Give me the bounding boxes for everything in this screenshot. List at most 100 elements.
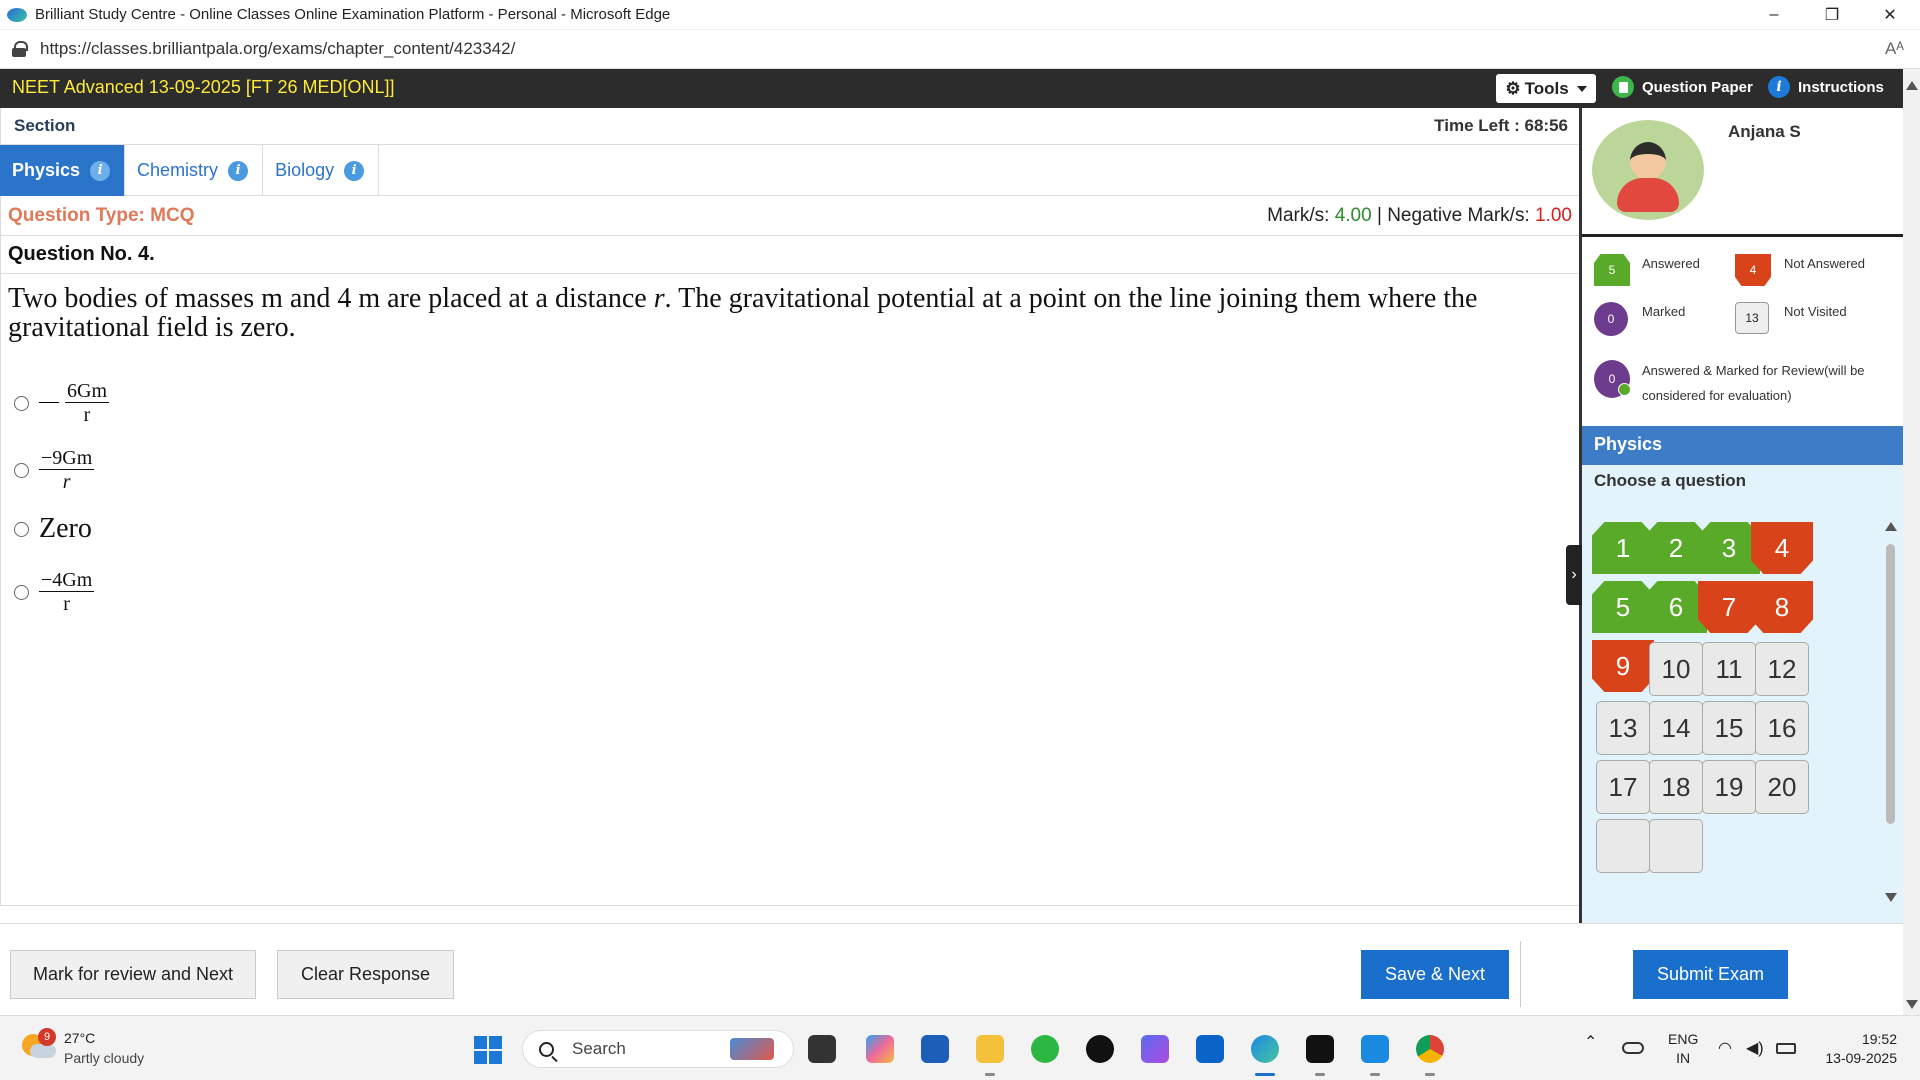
- question-button-16[interactable]: 16: [1755, 701, 1809, 755]
- info-icon[interactable]: i: [228, 160, 249, 181]
- clear-response-button[interactable]: Clear Response: [277, 950, 454, 999]
- question-button-6[interactable]: 6: [1645, 581, 1707, 633]
- question-button-19[interactable]: 19: [1702, 760, 1756, 814]
- search-icon: [539, 1041, 554, 1057]
- windows-taskbar: 9 27°C Partly cloudy Search ⌃ ENG IN ◠ ◀…: [0, 1015, 1920, 1080]
- option-4[interactable]: −4Gm r: [14, 569, 95, 616]
- question-variable: r: [653, 283, 665, 314]
- windows-start-icon[interactable]: [474, 1036, 502, 1064]
- question-button-9[interactable]: 9: [1592, 640, 1654, 692]
- weather-badge: 9: [38, 1028, 56, 1046]
- edge-icon[interactable]: [1251, 1035, 1279, 1063]
- question-number: Question No. 4.: [8, 243, 155, 265]
- question-button-more[interactable]: [1649, 819, 1703, 873]
- browser-titlebar: Brilliant Study Centre - Online Classes …: [0, 0, 1920, 29]
- clock-time: 19:52: [1861, 1031, 1897, 1047]
- outlook-icon[interactable]: [1196, 1035, 1224, 1063]
- dell-icon[interactable]: [1086, 1035, 1114, 1063]
- scroll-down-arrow-icon[interactable]: [1885, 893, 1897, 902]
- palette-scrollbar[interactable]: [1882, 522, 1899, 902]
- scroll-up-arrow-icon[interactable]: [1885, 522, 1897, 531]
- avatar: [1592, 120, 1704, 220]
- close-button[interactable]: ✕: [1861, 0, 1919, 29]
- question-button-17[interactable]: 17: [1596, 760, 1650, 814]
- onedrive-icon[interactable]: [1622, 1042, 1644, 1054]
- scroll-down-arrow-icon[interactable]: [1906, 1000, 1918, 1009]
- question-button-more[interactable]: [1596, 819, 1650, 873]
- webex-icon[interactable]: [1306, 1035, 1334, 1063]
- question-button-14[interactable]: 14: [1649, 701, 1703, 755]
- read-aloud-icon[interactable]: Aᴬ: [1885, 39, 1904, 59]
- question-button-18[interactable]: 18: [1649, 760, 1703, 814]
- show-hidden-icons-icon[interactable]: ⌃: [1584, 1032, 1597, 1052]
- address-bar[interactable]: https://classes.brilliantpala.org/exams/…: [0, 29, 1920, 69]
- info-icon[interactable]: i: [344, 160, 365, 181]
- question-button-8[interactable]: 8: [1751, 581, 1813, 633]
- minimize-button[interactable]: –: [1745, 0, 1803, 29]
- instructions-link[interactable]: i Instructions: [1768, 76, 1884, 98]
- option-radio[interactable]: [14, 585, 29, 600]
- option-radio[interactable]: [14, 521, 29, 537]
- choose-question-label: Choose a question: [1594, 471, 1747, 490]
- question-button-11[interactable]: 11: [1702, 642, 1756, 696]
- scroll-up-arrow-icon[interactable]: [1906, 81, 1918, 90]
- clock[interactable]: 19:52 13-09-2025: [1825, 1030, 1897, 1068]
- tools-button[interactable]: ⚙ Tools: [1496, 74, 1596, 103]
- language-indicator[interactable]: ENG IN: [1668, 1030, 1698, 1068]
- copilot-app-icon[interactable]: [1141, 1035, 1169, 1063]
- option-radio[interactable]: [14, 396, 29, 411]
- question-paper-link[interactable]: Question Paper: [1612, 76, 1753, 98]
- file-explorer-icon[interactable]: [976, 1035, 1004, 1063]
- weather-icon[interactable]: 9: [22, 1028, 56, 1062]
- question-button-10[interactable]: 10: [1649, 642, 1703, 696]
- question-button-5[interactable]: 5: [1592, 581, 1654, 633]
- info-icon: i: [1768, 76, 1790, 98]
- save-next-button[interactable]: Save & Next: [1361, 950, 1509, 999]
- wifi-icon[interactable]: ◠: [1718, 1038, 1732, 1058]
- tab-physics[interactable]: Physics i: [0, 145, 126, 196]
- question-button-20[interactable]: 20: [1755, 760, 1809, 814]
- weather-condition[interactable]: Partly cloudy: [64, 1050, 144, 1066]
- volume-icon[interactable]: ◀): [1746, 1038, 1764, 1058]
- question-button-7[interactable]: 7: [1698, 581, 1760, 633]
- battery-icon[interactable]: [1776, 1043, 1796, 1054]
- tab-biology[interactable]: Biology i: [263, 145, 380, 196]
- whatsapp-icon[interactable]: [1031, 1035, 1059, 1063]
- app-icon[interactable]: [1361, 1035, 1389, 1063]
- question-button-12[interactable]: 12: [1755, 642, 1809, 696]
- copilot-icon[interactable]: [866, 1035, 894, 1063]
- option-radio[interactable]: [14, 463, 29, 478]
- question-button-1[interactable]: 1: [1592, 522, 1654, 574]
- option-3[interactable]: Zero: [14, 513, 92, 545]
- time-left: Time Left : 68:56: [1434, 116, 1568, 135]
- taskbar-search[interactable]: Search: [522, 1030, 794, 1068]
- task-view-icon[interactable]: [808, 1035, 836, 1063]
- option-1[interactable]: — 6Gm r: [14, 380, 109, 427]
- question-button-13[interactable]: 13: [1596, 701, 1650, 755]
- option-fraction: −4Gm r: [39, 569, 95, 616]
- url-text[interactable]: https://classes.brilliantpala.org/exams/…: [40, 39, 515, 59]
- info-icon[interactable]: i: [90, 160, 111, 181]
- question-button-2[interactable]: 2: [1645, 522, 1707, 574]
- temperature[interactable]: 27°C: [64, 1030, 95, 1046]
- tab-chemistry[interactable]: Chemistry i: [125, 145, 264, 196]
- chrome-icon[interactable]: [1416, 1035, 1444, 1063]
- scroll-thumb[interactable]: [1886, 544, 1895, 824]
- store-icon[interactable]: [921, 1035, 949, 1063]
- running-indicator: [985, 1073, 995, 1076]
- question-button-15[interactable]: 15: [1702, 701, 1756, 755]
- edge-profile-icon[interactable]: [7, 7, 27, 22]
- section-row: Section Time Left : 68:56: [0, 108, 1580, 145]
- running-indicator: [1370, 1073, 1380, 1076]
- question-button-4[interactable]: 4: [1751, 522, 1813, 574]
- mark-review-next-button[interactable]: Mark for review and Next: [10, 950, 256, 999]
- lock-icon[interactable]: [12, 41, 28, 57]
- section-label: Section: [14, 116, 76, 135]
- submit-exam-button[interactable]: Submit Exam: [1633, 950, 1788, 999]
- cloud-shape: [30, 1044, 56, 1058]
- collapse-panel-button[interactable]: ›: [1566, 545, 1582, 605]
- option-2[interactable]: −9Gm r: [14, 447, 95, 494]
- page-scrollbar[interactable]: [1903, 69, 1920, 1015]
- maximize-button[interactable]: ❐: [1803, 0, 1861, 29]
- question-button-3[interactable]: 3: [1698, 522, 1760, 574]
